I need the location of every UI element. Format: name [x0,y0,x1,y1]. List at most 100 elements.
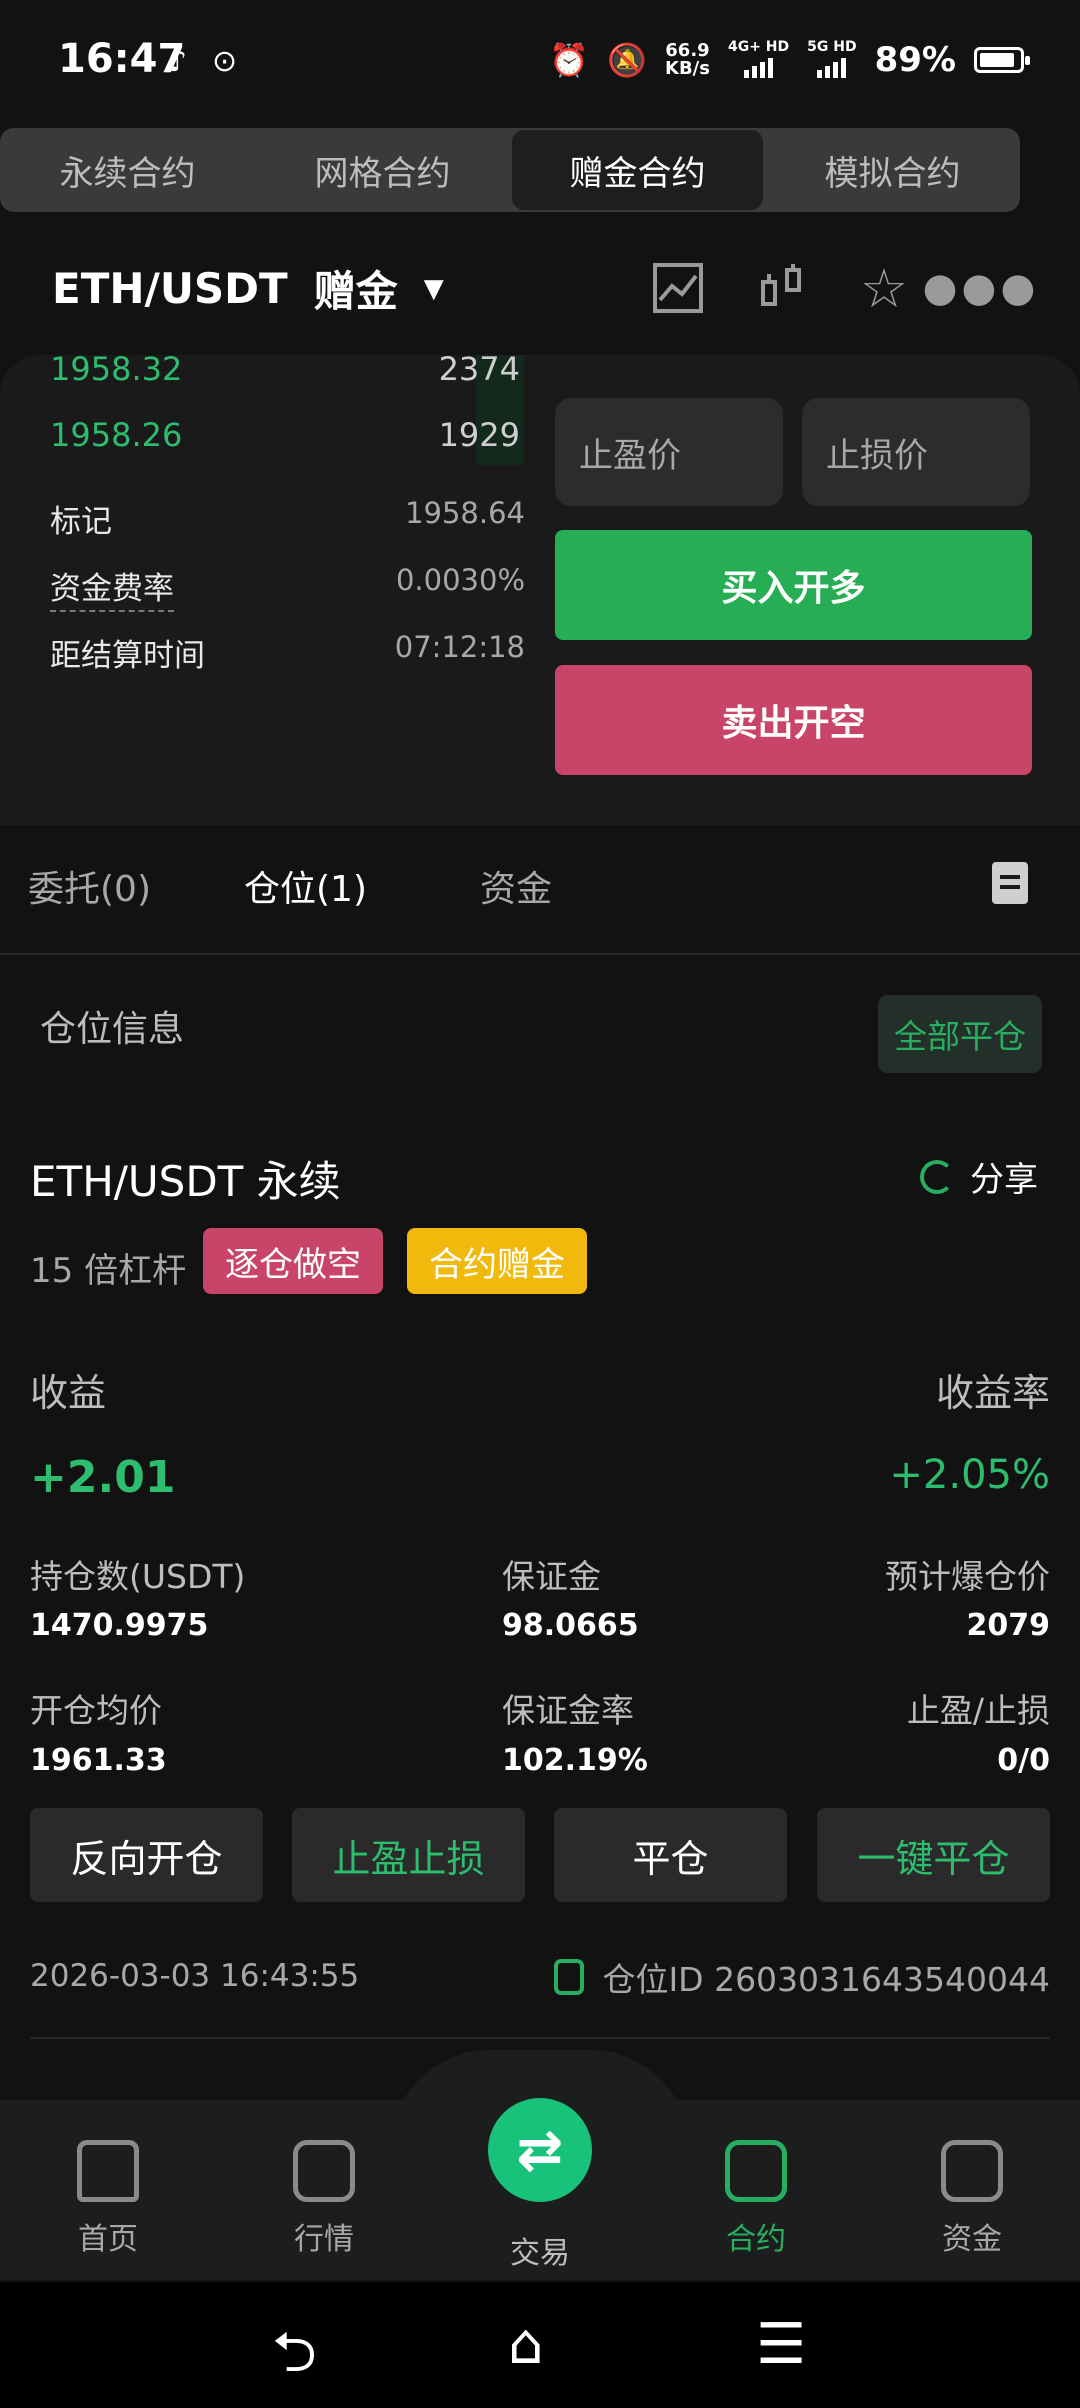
nav-contracts-label: 合约 [726,2222,786,2257]
nav-contracts[interactable]: 合约 [676,2140,836,2258]
position-size-value: 1470.9975 [30,1608,209,1643]
tpsl-value: 0/0 [997,1743,1050,1778]
entry-price-value: 1961.33 [30,1743,167,1778]
settlement-time-value: 07:12:18 [394,630,525,664]
take-profit-input[interactable]: 止盈价 [555,398,783,506]
net-type-1: 4G+ HD [727,39,790,55]
isolated-short-badge: 逐仓做空 [203,1228,383,1294]
position-info-title: 仓位信息 [40,1009,185,1050]
position-pair: ETH/USDT 永续 [30,1157,341,1206]
wallet-icon [941,2140,1003,2202]
liq-price-label: 预计爆仓价 [885,1557,1050,1596]
pair-symbol: ETH/USDT [52,264,288,313]
orderbook-qty: 2374 [438,350,520,388]
chart-icon[interactable] [648,258,708,318]
position-id[interactable]: 仓位ID 2603031643540044 [554,1953,1050,2001]
back-icon[interactable]: ⮌ [272,2312,317,2407]
orderbook-row[interactable]: 1958.32 2374 [50,350,520,388]
one-click-close-button[interactable]: 一键平仓 [817,1808,1050,1902]
status-time: 16:47 [58,36,186,82]
close-all-button[interactable]: 全部平仓 [878,995,1042,1073]
candlestick-icon[interactable] [752,258,812,318]
signal-bars-icon [817,56,847,78]
reverse-position-button[interactable]: 反向开仓 [30,1808,263,1902]
funding-rate-value: 0.0030% [395,563,525,597]
tab-perpetual[interactable]: 永续合约 [2,130,253,210]
star-icon[interactable]: ☆ [854,257,914,320]
document-icon[interactable] [992,862,1028,904]
net-speed-unit: KB/s [665,58,710,79]
funding-rate-label: 资金费率 [50,563,174,612]
leverage-label[interactable]: 15 倍杠杆 [30,1243,186,1292]
contract-type-tabs: 永续合约 网格合约 赠金合约 模拟合约 [0,128,1020,212]
menu-icon[interactable]: ☰ [756,2312,806,2377]
battery-fill [980,53,1014,67]
markets-icon [293,2140,355,2202]
margin-ratio-label: 保证金率 [502,1691,634,1730]
nav-trade-label[interactable]: 交易 [510,2228,570,2272]
mark-price-value: 1958.64 [405,496,525,530]
net-type-2: 5G HD [807,39,857,55]
tab-assets[interactable]: 资金 [480,860,552,912]
net-speed: 66.9 KB/s [665,42,710,78]
tab-demo[interactable]: 模拟合约 [767,130,1018,210]
contracts-icon [725,2140,787,2202]
battery-percent: 89% [874,40,956,80]
orderbook-price: 1958.32 [50,350,183,388]
tpsl-label: 止盈/止损 [906,1691,1050,1730]
share-button[interactable]: 分享 [920,1152,1038,1201]
close-position-button[interactable]: 平仓 [554,1808,787,1902]
nav-assets-label: 资金 [942,2222,1002,2257]
app-notification-icon: ⊙ [212,44,238,79]
mark-price-label: 标记 [50,504,112,540]
margin-label: 保证金 [502,1557,601,1596]
roi-label: 收益率 [935,1371,1050,1415]
bonus-badge: 合约赠金 [407,1228,587,1294]
nav-home-label: 首页 [78,2222,138,2257]
orderbook-qty: 1929 [438,416,520,454]
home-button-icon[interactable]: ⌂ [508,2312,544,2377]
orderbook-price: 1958.26 [50,416,183,454]
tab-orders[interactable]: 委托(0) [28,860,151,912]
settlement-time-label: 距结算时间 [50,638,205,674]
tiktok-icon: ♪ [168,44,188,79]
entry-price-label: 开仓均价 [30,1691,162,1730]
settlement-time-row: 距结算时间 07:12:18 [50,630,525,675]
share-icon [920,1159,954,1194]
pnl-label: 收益 [30,1371,107,1415]
mark-price-row: 标记 1958.64 [50,496,525,541]
margin-ratio-value: 102.19% [502,1743,648,1778]
nav-markets[interactable]: 行情 [244,2140,404,2258]
battery-icon [974,47,1030,73]
margin-value: 98.0665 [502,1608,639,1643]
share-label: 分享 [970,1160,1038,1200]
more-icon[interactable]: ●●● [923,258,1036,318]
buy-long-button[interactable]: 买入开多 [555,530,1032,640]
tab-grid[interactable]: 网格合约 [257,130,508,210]
trade-swap-icon[interactable]: ⇄ [488,2098,592,2202]
signal-1: 4G+ HD [728,38,789,82]
divider [30,2037,1050,2039]
nav-home[interactable]: 首页 [28,2140,188,2258]
pnl-value: +2.01 [30,1452,176,1503]
sell-short-button[interactable]: 卖出开空 [555,665,1032,775]
nav-assets[interactable]: 资金 [892,2140,1052,2258]
orderbook-row[interactable]: 1958.26 1929 [50,416,520,454]
pair-selector[interactable]: ETH/USDT 赠金 ▼ [52,258,444,319]
home-icon [77,2140,139,2202]
tab-positions[interactable]: 仓位(1) [244,860,367,912]
liq-price-value: 2079 [966,1608,1051,1643]
mute-icon: 🔕 [607,41,647,79]
signal-bars-icon [744,56,774,78]
stop-loss-input[interactable]: 止损价 [802,398,1030,506]
alarm-icon: ⏰ [549,41,590,79]
position-open-time: 2026-03-03 16:43:55 [30,1958,360,1994]
caret-down-icon: ▼ [423,273,444,304]
funding-rate-row[interactable]: 资金费率 0.0030% [50,563,525,612]
nav-markets-label: 行情 [294,2222,354,2257]
tab-bonus[interactable]: 赠金合约 [512,130,763,210]
tpsl-button[interactable]: 止盈止损 [292,1808,525,1902]
position-id-text: 仓位ID 2603031643540044 [602,1960,1050,1999]
copy-icon[interactable] [554,1959,585,1995]
status-icons: ⏰ 🔕 66.9 KB/s 4G+ HD 5G HD 89% [549,38,1030,82]
